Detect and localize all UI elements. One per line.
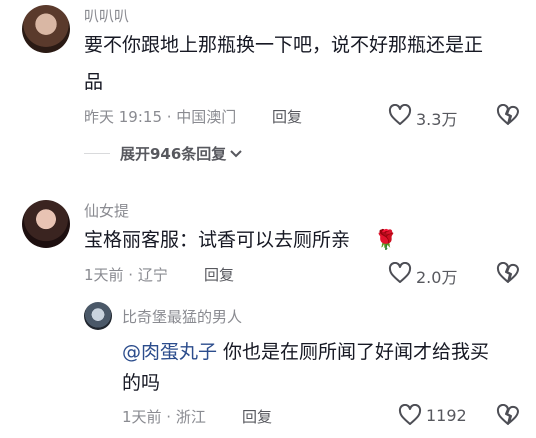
reply-text-line-2: 的吗 (122, 372, 161, 394)
reply-button[interactable]: 回复 (204, 264, 234, 285)
reply-button[interactable]: 回复 (272, 106, 302, 127)
reply-meta: 1天前 · 浙江 (122, 408, 206, 426)
like-count: 2.0万 (416, 268, 458, 287)
comment-username[interactable]: 仙女提 (84, 200, 129, 221)
reply-button[interactable]: 回复 (242, 406, 272, 427)
heart-outline-icon[interactable] (398, 404, 422, 426)
expand-replies-button[interactable]: 展开946条回复 (120, 143, 243, 164)
avatar[interactable] (84, 302, 112, 330)
expand-divider (84, 153, 110, 154)
reply-text: 你也是在厕所闻了好闻才给我买 (217, 341, 490, 363)
reply-text-line-1: @肉蛋丸子 你也是在厕所闻了好闻才给我买 (122, 337, 489, 367)
comment-text-line-1: 要不你跟地上那瓶换一下吧，说不好那瓶还是正 (84, 34, 484, 56)
reply-username[interactable]: 比奇堡最猛的男人 (122, 306, 242, 327)
heart-outline-icon[interactable] (388, 104, 412, 126)
broken-heart-icon[interactable] (496, 404, 520, 426)
mention-link[interactable]: @肉蛋丸子 (122, 341, 217, 363)
comment-meta: 昨天 19:15 · 中国澳门 (84, 108, 237, 126)
like-count: 3.3万 (416, 110, 458, 129)
avatar[interactable] (22, 200, 70, 248)
broken-heart-icon[interactable] (496, 262, 520, 284)
comment-text-line-2: 品 (84, 71, 104, 93)
heart-outline-icon[interactable] (388, 262, 412, 284)
chevron-down-icon (230, 145, 243, 163)
comment-text: 宝格丽客服：试香可以去厕所亲 (84, 229, 351, 251)
like-count: 1192 (426, 406, 467, 425)
avatar[interactable] (22, 5, 70, 53)
expand-replies-label: 展开946条回复 (120, 145, 227, 163)
broken-heart-icon[interactable] (496, 104, 520, 126)
rose-emoji: 🌹 (374, 229, 398, 251)
comment-meta: 1天前 · 辽宁 (84, 266, 168, 284)
comment-username[interactable]: 叭叭叭 (84, 5, 129, 26)
